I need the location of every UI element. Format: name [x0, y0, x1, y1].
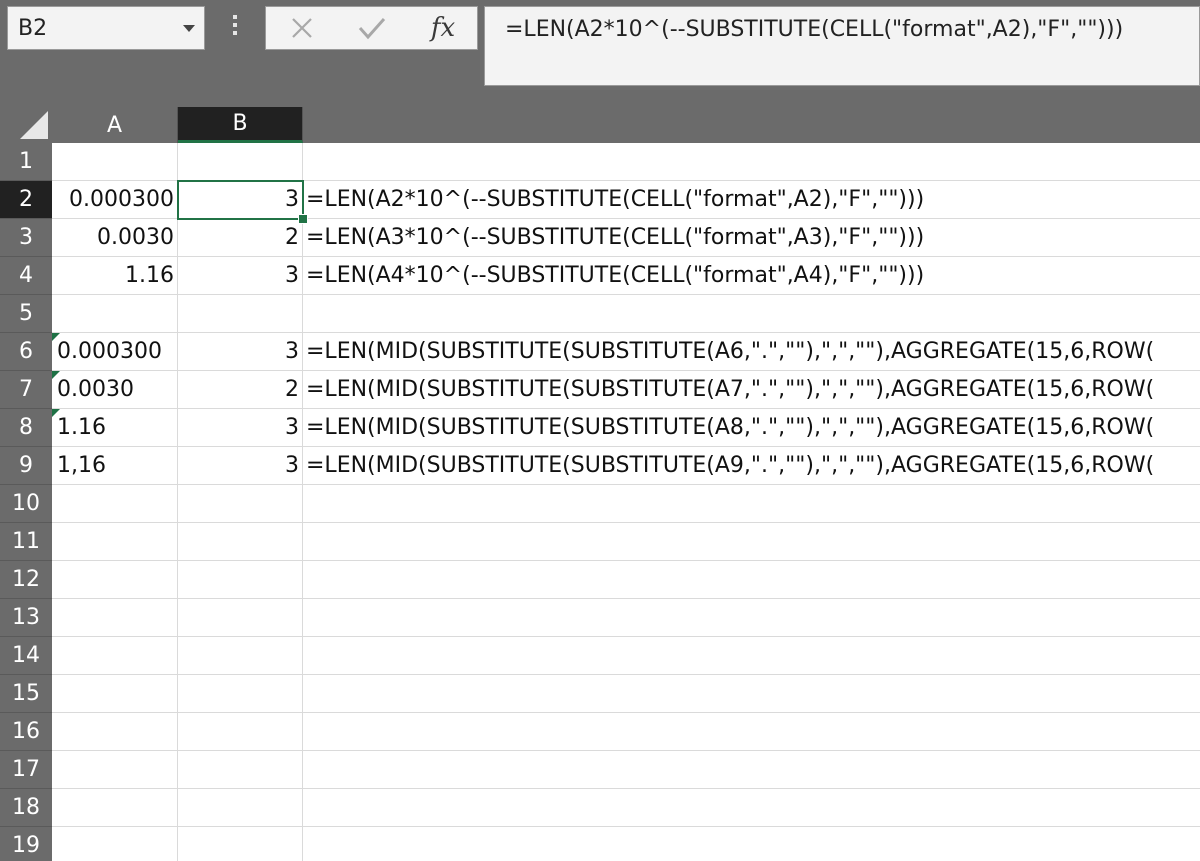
cell-b4[interactable]: 3: [178, 257, 303, 294]
cell-a2[interactable]: 0.000300: [52, 181, 178, 218]
formula-text-row-8[interactable]: =LEN(MID(SUBSTITUTE(SUBSTITUTE(A8,".",""…: [306, 409, 1154, 446]
grid-row-11: [52, 523, 1200, 561]
grid-row-12: [52, 561, 1200, 599]
formula-text-row-9[interactable]: =LEN(MID(SUBSTITUTE(SUBSTITUTE(A9,".",""…: [306, 447, 1154, 484]
row-headers: 1 2 3 4 5 6 7 8 9 10 11 12 13 14 15 16 1…: [0, 143, 52, 861]
cell-b8[interactable]: 3: [178, 409, 303, 446]
grid-row-1: [52, 143, 1200, 181]
formula-text: =LEN(A2*10^(--SUBSTITUTE(CELL("format",A…: [505, 17, 1124, 42]
cell-a6-value: 0.000300: [57, 339, 162, 364]
column-header-a[interactable]: A: [52, 107, 178, 143]
cell-b6[interactable]: 3: [178, 333, 303, 370]
fill-handle[interactable]: [298, 214, 308, 224]
column-header-b[interactable]: B: [178, 107, 303, 143]
row-header-12[interactable]: 12: [0, 561, 52, 599]
cell-b9[interactable]: 3: [178, 447, 303, 484]
grid-row-17: [52, 751, 1200, 789]
column-header-area: [303, 107, 1200, 143]
formula-text-row-4[interactable]: =LEN(A4*10^(--SUBSTITUTE(CELL("format",A…: [306, 257, 924, 294]
row-header-1[interactable]: 1: [0, 143, 52, 181]
row-header-15[interactable]: 15: [0, 675, 52, 713]
text-number-warning-icon: [52, 409, 60, 417]
text-number-warning-icon: [52, 333, 60, 341]
name-box-value: B2: [18, 16, 48, 41]
row-header-9[interactable]: 9: [0, 447, 52, 485]
grid-row-15: [52, 675, 1200, 713]
formula-buttons: fx: [265, 6, 478, 50]
cell-a7-value: 0.0030: [57, 377, 134, 402]
grid-row-18: [52, 789, 1200, 827]
grid-row-13: [52, 599, 1200, 637]
cancel-button[interactable]: [280, 7, 324, 49]
chevron-down-icon[interactable]: [183, 25, 195, 32]
insert-function-button[interactable]: fx: [418, 7, 468, 49]
cell-a9[interactable]: 1,16: [52, 447, 178, 484]
formula-bar-area: B2 fx =LEN(A2*10^(--SUBSTITUTE(CELL("for…: [0, 0, 1200, 107]
checkmark-icon: [358, 18, 386, 40]
cell-a4[interactable]: 1.16: [52, 257, 178, 294]
cell-a3[interactable]: 0.0030: [52, 219, 178, 256]
cell-a8[interactable]: 1.16: [52, 409, 178, 446]
cell-a6[interactable]: 0.000300: [52, 333, 178, 370]
row-header-8[interactable]: 8: [0, 409, 52, 447]
x-icon: [292, 18, 312, 38]
row-header-7[interactable]: 7: [0, 371, 52, 409]
row-header-18[interactable]: 18: [0, 789, 52, 827]
row-header-3[interactable]: 3: [0, 219, 52, 257]
row-header-17[interactable]: 17: [0, 751, 52, 789]
row-header-19[interactable]: 19: [0, 827, 52, 861]
select-all-corner[interactable]: [0, 107, 52, 143]
cell-a7[interactable]: 0.0030: [52, 371, 178, 408]
formula-text-row-2[interactable]: =LEN(A2*10^(--SUBSTITUTE(CELL("format",A…: [306, 181, 924, 218]
formula-text-row-7[interactable]: =LEN(MID(SUBSTITUTE(SUBSTITUTE(A7,".",""…: [306, 371, 1154, 408]
grid-row-19: [52, 827, 1200, 861]
row-header-4[interactable]: 4: [0, 257, 52, 295]
grid-row-14: [52, 637, 1200, 675]
row-header-14[interactable]: 14: [0, 637, 52, 675]
cell-b7[interactable]: 2: [178, 371, 303, 408]
row-header-13[interactable]: 13: [0, 599, 52, 637]
row-header-16[interactable]: 16: [0, 713, 52, 751]
grid-row-16: [52, 713, 1200, 751]
enter-button[interactable]: [350, 7, 394, 49]
formula-input[interactable]: =LEN(A2*10^(--SUBSTITUTE(CELL("format",A…: [484, 6, 1200, 86]
row-header-10[interactable]: 10: [0, 485, 52, 523]
formula-text-row-3[interactable]: =LEN(A3*10^(--SUBSTITUTE(CELL("format",A…: [306, 219, 924, 256]
row-header-2[interactable]: 2: [0, 181, 52, 219]
grid-row-10: [52, 485, 1200, 523]
cell-b3[interactable]: 2: [178, 219, 303, 256]
select-all-triangle-icon: [20, 111, 48, 139]
worksheet-grid[interactable]: 0.000300 3 =LEN(A2*10^(--SUBSTITUTE(CELL…: [52, 143, 1200, 861]
more-options-icon[interactable]: [233, 15, 237, 39]
row-header-11[interactable]: 11: [0, 523, 52, 561]
cell-a8-value: 1.16: [57, 415, 106, 440]
row-header-5[interactable]: 5: [0, 295, 52, 333]
grid-row-5: [52, 295, 1200, 333]
name-box[interactable]: B2: [7, 6, 205, 50]
text-number-warning-icon: [52, 371, 60, 379]
row-header-6[interactable]: 6: [0, 333, 52, 371]
cell-b2[interactable]: 3: [178, 181, 303, 218]
formula-text-row-6[interactable]: =LEN(MID(SUBSTITUTE(SUBSTITUTE(A6,".",""…: [306, 333, 1154, 370]
